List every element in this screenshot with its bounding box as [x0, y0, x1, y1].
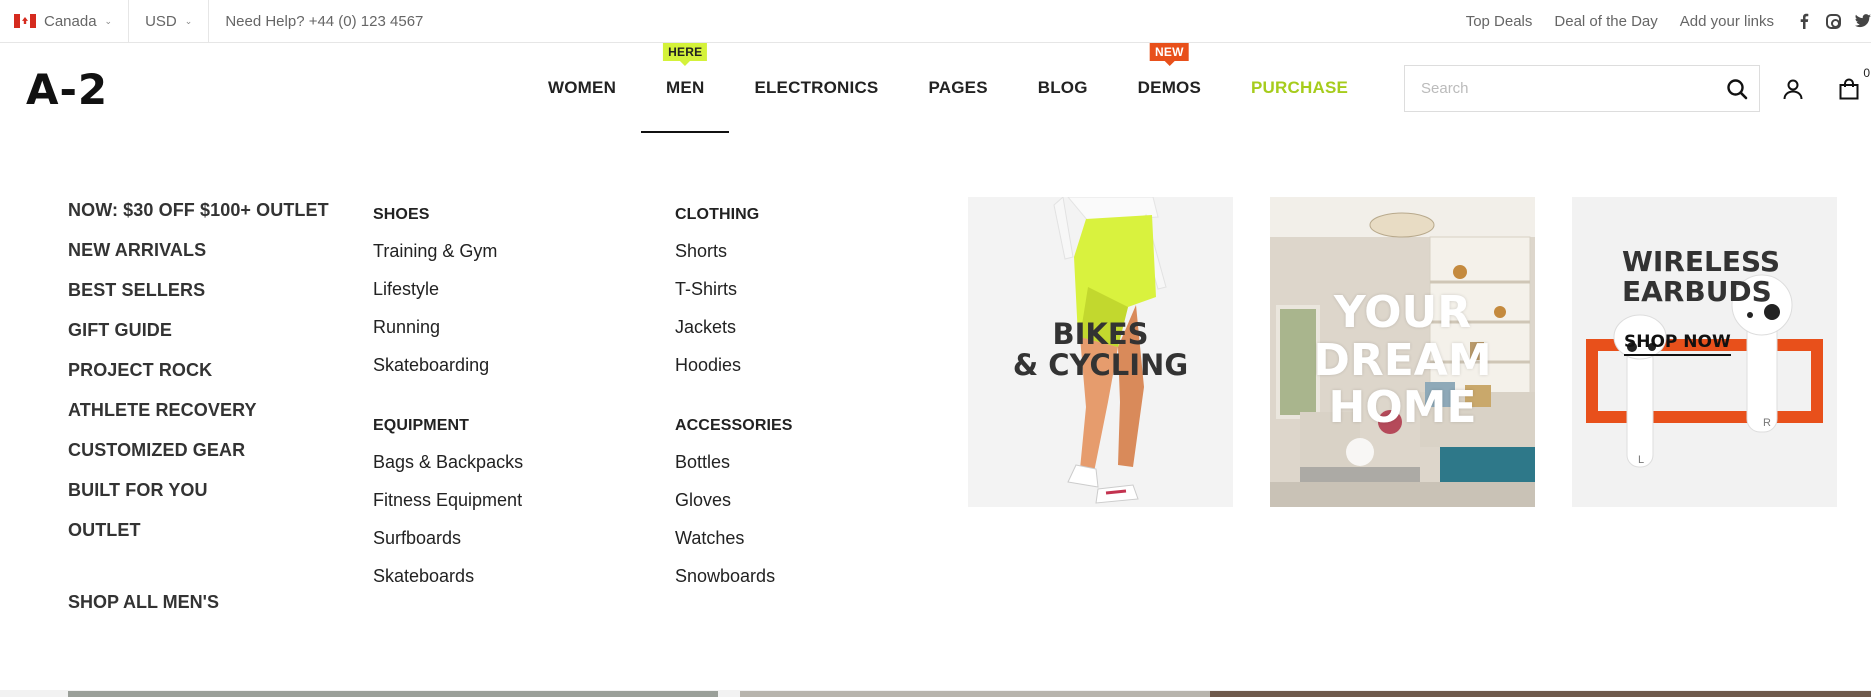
nav-purchase[interactable]: PURCHASE [1251, 43, 1348, 133]
featured-link[interactable]: PROJECT ROCK [68, 359, 329, 399]
currency-selector[interactable]: USD ⌄ [129, 0, 210, 43]
help-phone: Need Help? +44 (0) 123 4567 [209, 0, 439, 43]
main-header: A-2 WOMEN HERE MEN ELECTRONICS PAGES BLO… [0, 43, 1871, 133]
promo-line: & CYCLING [1012, 348, 1189, 383]
twitter-icon[interactable] [1855, 13, 1871, 29]
user-account-icon[interactable] [1780, 76, 1806, 102]
facebook-icon[interactable] [1796, 13, 1812, 29]
top-bar: Canada ⌄ USD ⌄ Need Help? +44 (0) 123 45… [0, 0, 1871, 43]
featured-link[interactable]: NOW: $30 OFF $100+ OUTLET [68, 199, 329, 239]
main-nav: WOMEN HERE MEN ELECTRONICS PAGES BLOG NE… [548, 43, 1398, 133]
nav-demos[interactable]: NEW DEMOS [1138, 43, 1201, 133]
promo-line: DREAM [1313, 334, 1492, 386]
category-link[interactable]: T-Shirts [675, 278, 759, 316]
nav-label: ELECTRONICS [754, 78, 879, 97]
promo-line: EARBUDS [1622, 275, 1772, 309]
featured-link[interactable]: BUILT FOR YOU [68, 479, 329, 519]
top-deals-link[interactable]: Top Deals [1466, 13, 1533, 30]
category-link[interactable]: Training & Gym [373, 240, 497, 278]
topbar-links: Top Deals Deal of the Day Add your links [1466, 13, 1871, 30]
right-earbud-label: R [1763, 417, 1771, 429]
canada-flag-icon [14, 14, 36, 28]
promo-title: YOUR DREAM HOME [1270, 289, 1535, 432]
clothing-group: CLOTHING Shorts T-Shirts Jackets Hoodies [675, 206, 759, 392]
country-selector[interactable]: Canada ⌄ [0, 0, 130, 43]
hero-image-peek [740, 691, 1210, 697]
category-link[interactable]: Bags & Backpacks [373, 451, 523, 489]
add-your-links-link[interactable]: Add your links [1680, 13, 1774, 30]
nav-label: PURCHASE [1251, 78, 1349, 97]
category-link[interactable]: Snowboards [675, 565, 793, 603]
nav-label: BLOG [1037, 78, 1088, 97]
shop-now-link[interactable]: SHOP NOW [1624, 332, 1731, 356]
equipment-group: EQUIPMENT Bags & Backpacks Fitness Equip… [373, 417, 523, 603]
nav-women[interactable]: WOMEN [548, 43, 616, 133]
nav-pages[interactable]: PAGES [928, 43, 987, 133]
search-input[interactable] [1405, 66, 1715, 111]
group-heading: CLOTHING [675, 206, 760, 223]
search-box [1404, 65, 1760, 112]
country-label: Canada [44, 12, 97, 30]
new-badge: NEW [1150, 43, 1189, 61]
category-link[interactable]: Lifestyle [373, 278, 497, 316]
shop-all-mens-link[interactable]: SHOP ALL MEN'S [68, 592, 219, 613]
featured-links: NOW: $30 OFF $100+ OUTLET NEW ARRIVALS B… [68, 199, 329, 612]
nav-label: MEN [666, 78, 705, 97]
featured-link[interactable]: CUSTOMIZED GEAR [68, 439, 329, 479]
chevron-down-icon: ⌄ [184, 15, 193, 26]
category-link[interactable]: Running [373, 316, 497, 354]
hero-image-peek [68, 691, 718, 697]
cart-count: 0 [1863, 66, 1870, 80]
category-link[interactable]: Hoodies [675, 354, 759, 392]
instagram-icon[interactable] [1826, 13, 1841, 29]
category-link[interactable]: Skateboards [373, 565, 523, 603]
nav-label: PAGES [928, 78, 988, 97]
category-link[interactable]: Shorts [675, 240, 759, 278]
featured-link[interactable]: GIFT GUIDE [68, 319, 329, 359]
left-earbud-label: L [1638, 454, 1645, 466]
promo-title: WIRELESS EARBUDS [1622, 245, 1781, 309]
nav-blog[interactable]: BLOG [1038, 43, 1088, 133]
group-heading: ACCESSORIES [675, 417, 793, 434]
chevron-down-icon: ⌄ [104, 15, 113, 26]
category-link[interactable]: Jackets [675, 316, 759, 354]
site-logo[interactable]: A-2 [26, 65, 108, 114]
category-link[interactable]: Fitness Equipment [373, 489, 523, 527]
nav-electronics[interactable]: ELECTRONICS [754, 43, 878, 133]
category-link[interactable]: Gloves [675, 489, 793, 527]
social-links [1796, 13, 1871, 29]
shoes-group: SHOES Training & Gym Lifestyle Running S… [373, 206, 497, 392]
nav-label: DEMOS [1137, 78, 1202, 97]
group-heading: EQUIPMENT [373, 417, 470, 434]
promo-line: BIKES [1052, 317, 1149, 351]
promo-title: BIKES & CYCLING [968, 317, 1233, 383]
hero-image-peek [1210, 691, 1871, 697]
featured-link[interactable]: BEST SELLERS [68, 279, 329, 319]
featured-link[interactable]: NEW ARRIVALS [68, 239, 329, 279]
nav-label: WOMEN [548, 78, 617, 97]
category-link[interactable]: Skateboarding [373, 354, 497, 392]
currency-label: USD [145, 12, 177, 30]
help-text: Need Help? +44 (0) 123 4567 [225, 12, 424, 30]
category-link[interactable]: Watches [675, 527, 793, 565]
accessories-group: ACCESSORIES Bottles Gloves Watches Snowb… [675, 417, 793, 603]
search-icon[interactable] [1715, 66, 1759, 111]
group-heading: SHOES [373, 206, 430, 223]
here-badge: HERE [663, 43, 708, 61]
category-link[interactable]: Bottles [675, 451, 793, 489]
promo-bikes-cycling[interactable]: BIKES & CYCLING [968, 197, 1233, 507]
nav-men[interactable]: HERE MEN [640, 43, 731, 133]
promo-wireless-earbuds[interactable]: WIRELESS EARBUDS SHOP NOW L R [1572, 197, 1837, 507]
cart-icon[interactable]: 0 [1836, 66, 1870, 102]
featured-link[interactable]: ATHLETE RECOVERY [68, 399, 329, 439]
men-mega-menu: NOW: $30 OFF $100+ OUTLET NEW ARRIVALS B… [0, 133, 1871, 690]
featured-link[interactable]: OUTLET [68, 519, 329, 559]
promo-line: WIRELESS [1622, 245, 1781, 278]
promo-line: YOUR [1333, 287, 1472, 338]
deal-of-the-day-link[interactable]: Deal of the Day [1554, 13, 1657, 30]
promo-line: HOME [1328, 382, 1477, 434]
promo-dream-home[interactable]: YOUR DREAM HOME [1270, 197, 1535, 507]
category-link[interactable]: Surfboards [373, 527, 523, 565]
